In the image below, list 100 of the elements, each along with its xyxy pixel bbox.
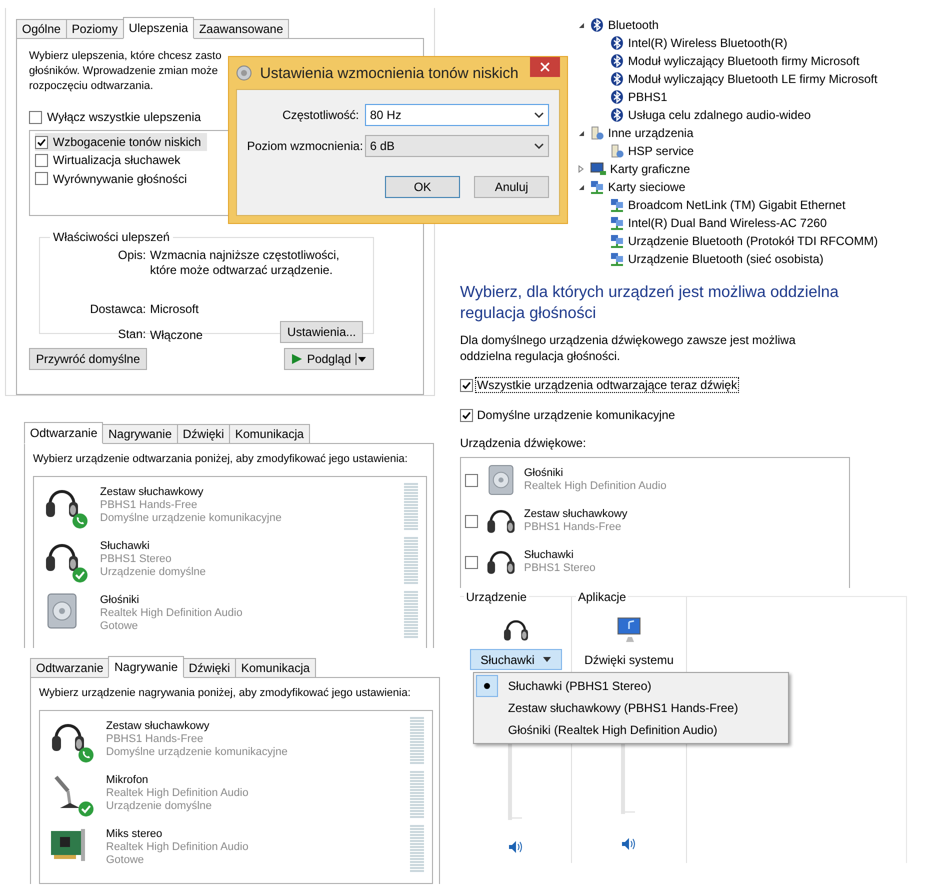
level-meter-drawing: [410, 825, 424, 875]
checkbox[interactable]: [35, 172, 48, 185]
caret-icon: [355, 353, 367, 365]
checkbox[interactable]: [35, 136, 48, 148]
tree-item[interactable]: Usługa celu zdalnego audio-wideo: [628, 108, 811, 122]
speaker-icon: [236, 65, 252, 81]
tree-item[interactable]: Bluetooth: [608, 18, 659, 32]
tree-item[interactable]: PBHS1: [628, 90, 668, 104]
speaker-icon[interactable]: [621, 837, 637, 851]
tree-item[interactable]: HSP service: [628, 144, 694, 158]
close-icon: [540, 62, 550, 72]
checkbox[interactable]: [465, 514, 478, 528]
intro-text: rozpoczęciu odtwarzania.: [29, 79, 154, 94]
monitor-icon: [590, 162, 606, 176]
preview-button[interactable]: Podgląd: [284, 348, 374, 370]
bluetooth-icon: [610, 108, 624, 122]
tree-item[interactable]: Moduł wyliczający Bluetooth LE firmy Microsoft: [628, 72, 878, 86]
checkbox[interactable]: [465, 474, 478, 486]
device-detail: Realtek High Definition Audio: [106, 841, 250, 854]
checkbox-label[interactable]: Wyłącz wszystkie ulepszenia: [47, 110, 201, 124]
play-icon: [290, 353, 303, 365]
tab[interactable]: Nagrywanie: [102, 424, 178, 443]
bluetooth-icon: [590, 18, 604, 32]
property-value: Włączone: [150, 328, 203, 342]
device-name[interactable]: Miks stereo: [106, 828, 398, 841]
tree-item[interactable]: Moduł wyliczający Bluetooth firmy Microsoft: [628, 54, 860, 68]
device-detail: PBHS1 Hands-Free: [100, 499, 198, 512]
device-status: Urządzenie domyślne: [106, 800, 213, 813]
speaker-icon[interactable]: [508, 840, 524, 854]
tab[interactable]: Komunikacja: [235, 658, 316, 677]
tab[interactable]: Odtwarzanie: [30, 658, 110, 677]
device-name[interactable]: Słuchawki: [100, 540, 392, 553]
property-value: Microsoft: [150, 302, 200, 317]
device-dropdown-button[interactable]: Słuchawki: [470, 649, 562, 670]
checkbox[interactable]: [465, 556, 478, 568]
tab[interactable]: Ogólne: [16, 19, 67, 38]
bluetooth-icon: [610, 72, 624, 86]
checkbox-label[interactable]: Wszystkie urządzenia odtwarzające teraz dźwięk: [476, 378, 738, 392]
settings-button[interactable]: Ustawienia...: [280, 321, 363, 343]
menu-item[interactable]: Zestaw słuchawkowy (PBHS1 Hands-Free): [508, 701, 738, 715]
checkbox[interactable]: [29, 110, 42, 124]
dropdown-field[interactable]: 6 dB: [365, 135, 549, 157]
device-status: Gotowe: [100, 620, 139, 633]
dialog-button[interactable]: Anuluj: [474, 176, 549, 198]
property-label: Opis:: [116, 248, 146, 263]
intro-text: głośników. Wprowadzenie zmian może: [29, 64, 218, 79]
tree-item[interactable]: Urządzenie Bluetooth (Protokół TDI RFCOMM): [628, 234, 878, 248]
network-adapter-icon: [610, 234, 624, 248]
device-name[interactable]: Zestaw słuchawkowy: [106, 720, 398, 733]
tree-item[interactable]: Karty graficzne: [610, 162, 690, 176]
tab[interactable]: Dźwięki: [182, 658, 236, 677]
field-label: Częstotliwość:: [281, 108, 359, 122]
device-name[interactable]: Zestaw słuchawkowy: [524, 508, 845, 521]
bluetooth-icon: [610, 36, 624, 50]
list-label: Urządzenia dźwiękowe:: [460, 436, 586, 451]
tab[interactable]: Poziomy: [66, 19, 124, 38]
group-label: Urządzenie: [464, 590, 529, 604]
checkbox-label[interactable]: Domyślne urządzenie komunikacyjne: [476, 408, 676, 422]
enhancement-item[interactable]: Wzbogacenie tonów niskich: [35, 133, 208, 151]
enhancement-item[interactable]: Wyrównywanie głośności: [35, 170, 193, 188]
property-label: Dostawca:: [88, 302, 146, 317]
tab[interactable]: Dźwięki: [176, 424, 230, 443]
instruction-text: Wybierz urządzenie odtwarzania poniżej, aby zmodyfikować jego ustawienia:: [33, 452, 408, 467]
device-name[interactable]: Słuchawki: [524, 549, 845, 562]
device-detail: PBHS1 Stereo: [100, 553, 173, 566]
tab[interactable]: Nagrywanie: [108, 656, 184, 678]
device-detail: PBHS1 Hands-Free: [106, 733, 204, 746]
group-label: Aplikacje: [576, 590, 628, 604]
tree-item[interactable]: Intel(R) Dual Band Wireless-AC 7260: [628, 216, 827, 230]
tree-item[interactable]: Karty sieciowe: [608, 180, 686, 194]
checkbox[interactable]: [460, 378, 473, 392]
level-meter-drawing: [404, 537, 418, 587]
device-name[interactable]: Głośniki: [100, 594, 392, 607]
tab[interactable]: Ulepszenia: [122, 17, 194, 39]
device-detail: Realtek High Definition Audio: [106, 787, 250, 800]
tree-item[interactable]: Inne urządzenia: [608, 126, 694, 140]
section-heading: Wybierz, dla których urządzeń jest możliwa oddzielna regulacja głośności: [460, 283, 840, 324]
restore-defaults-button[interactable]: Przywróć domyślne: [29, 348, 148, 370]
device-status: Domyślne urządzenie komunikacyjne: [106, 746, 289, 759]
enhancement-item[interactable]: Wirtualizacja słuchawek: [35, 151, 186, 169]
tree-item[interactable]: Intel(R) Wireless Bluetooth(R): [628, 36, 788, 50]
level-meter-drawing: [404, 483, 418, 533]
level-meter-drawing: [410, 771, 424, 821]
checkbox[interactable]: [35, 154, 48, 166]
tree-item[interactable]: Urządzenie Bluetooth (sieć osobista): [628, 252, 824, 266]
tab[interactable]: Odtwarzanie: [24, 422, 104, 444]
device-name[interactable]: Głośniki: [524, 467, 845, 480]
close-button[interactable]: [530, 57, 560, 77]
dropdown-field[interactable]: 80 Hz: [365, 104, 549, 126]
device-name[interactable]: Zestaw słuchawkowy: [100, 486, 392, 499]
tab[interactable]: Zaawansowane: [193, 19, 290, 38]
tab[interactable]: Komunikacja: [229, 424, 310, 443]
menu-item[interactable]: Głośniki (Realtek High Definition Audio): [508, 723, 718, 737]
property-value: Wzmacnia najniższe częstotliwości, które może odtwarzać urządzenie.: [150, 248, 340, 278]
menu-item[interactable]: Słuchawki (PBHS1 Stereo): [508, 679, 652, 693]
unknown-device-icon: [610, 144, 624, 158]
checkbox[interactable]: [460, 408, 473, 422]
tree-item[interactable]: Broadcom NetLink (TM) Gigabit Ethernet: [628, 198, 846, 212]
device-name[interactable]: Mikrofon: [106, 774, 398, 787]
dialog-button[interactable]: OK: [385, 176, 460, 198]
